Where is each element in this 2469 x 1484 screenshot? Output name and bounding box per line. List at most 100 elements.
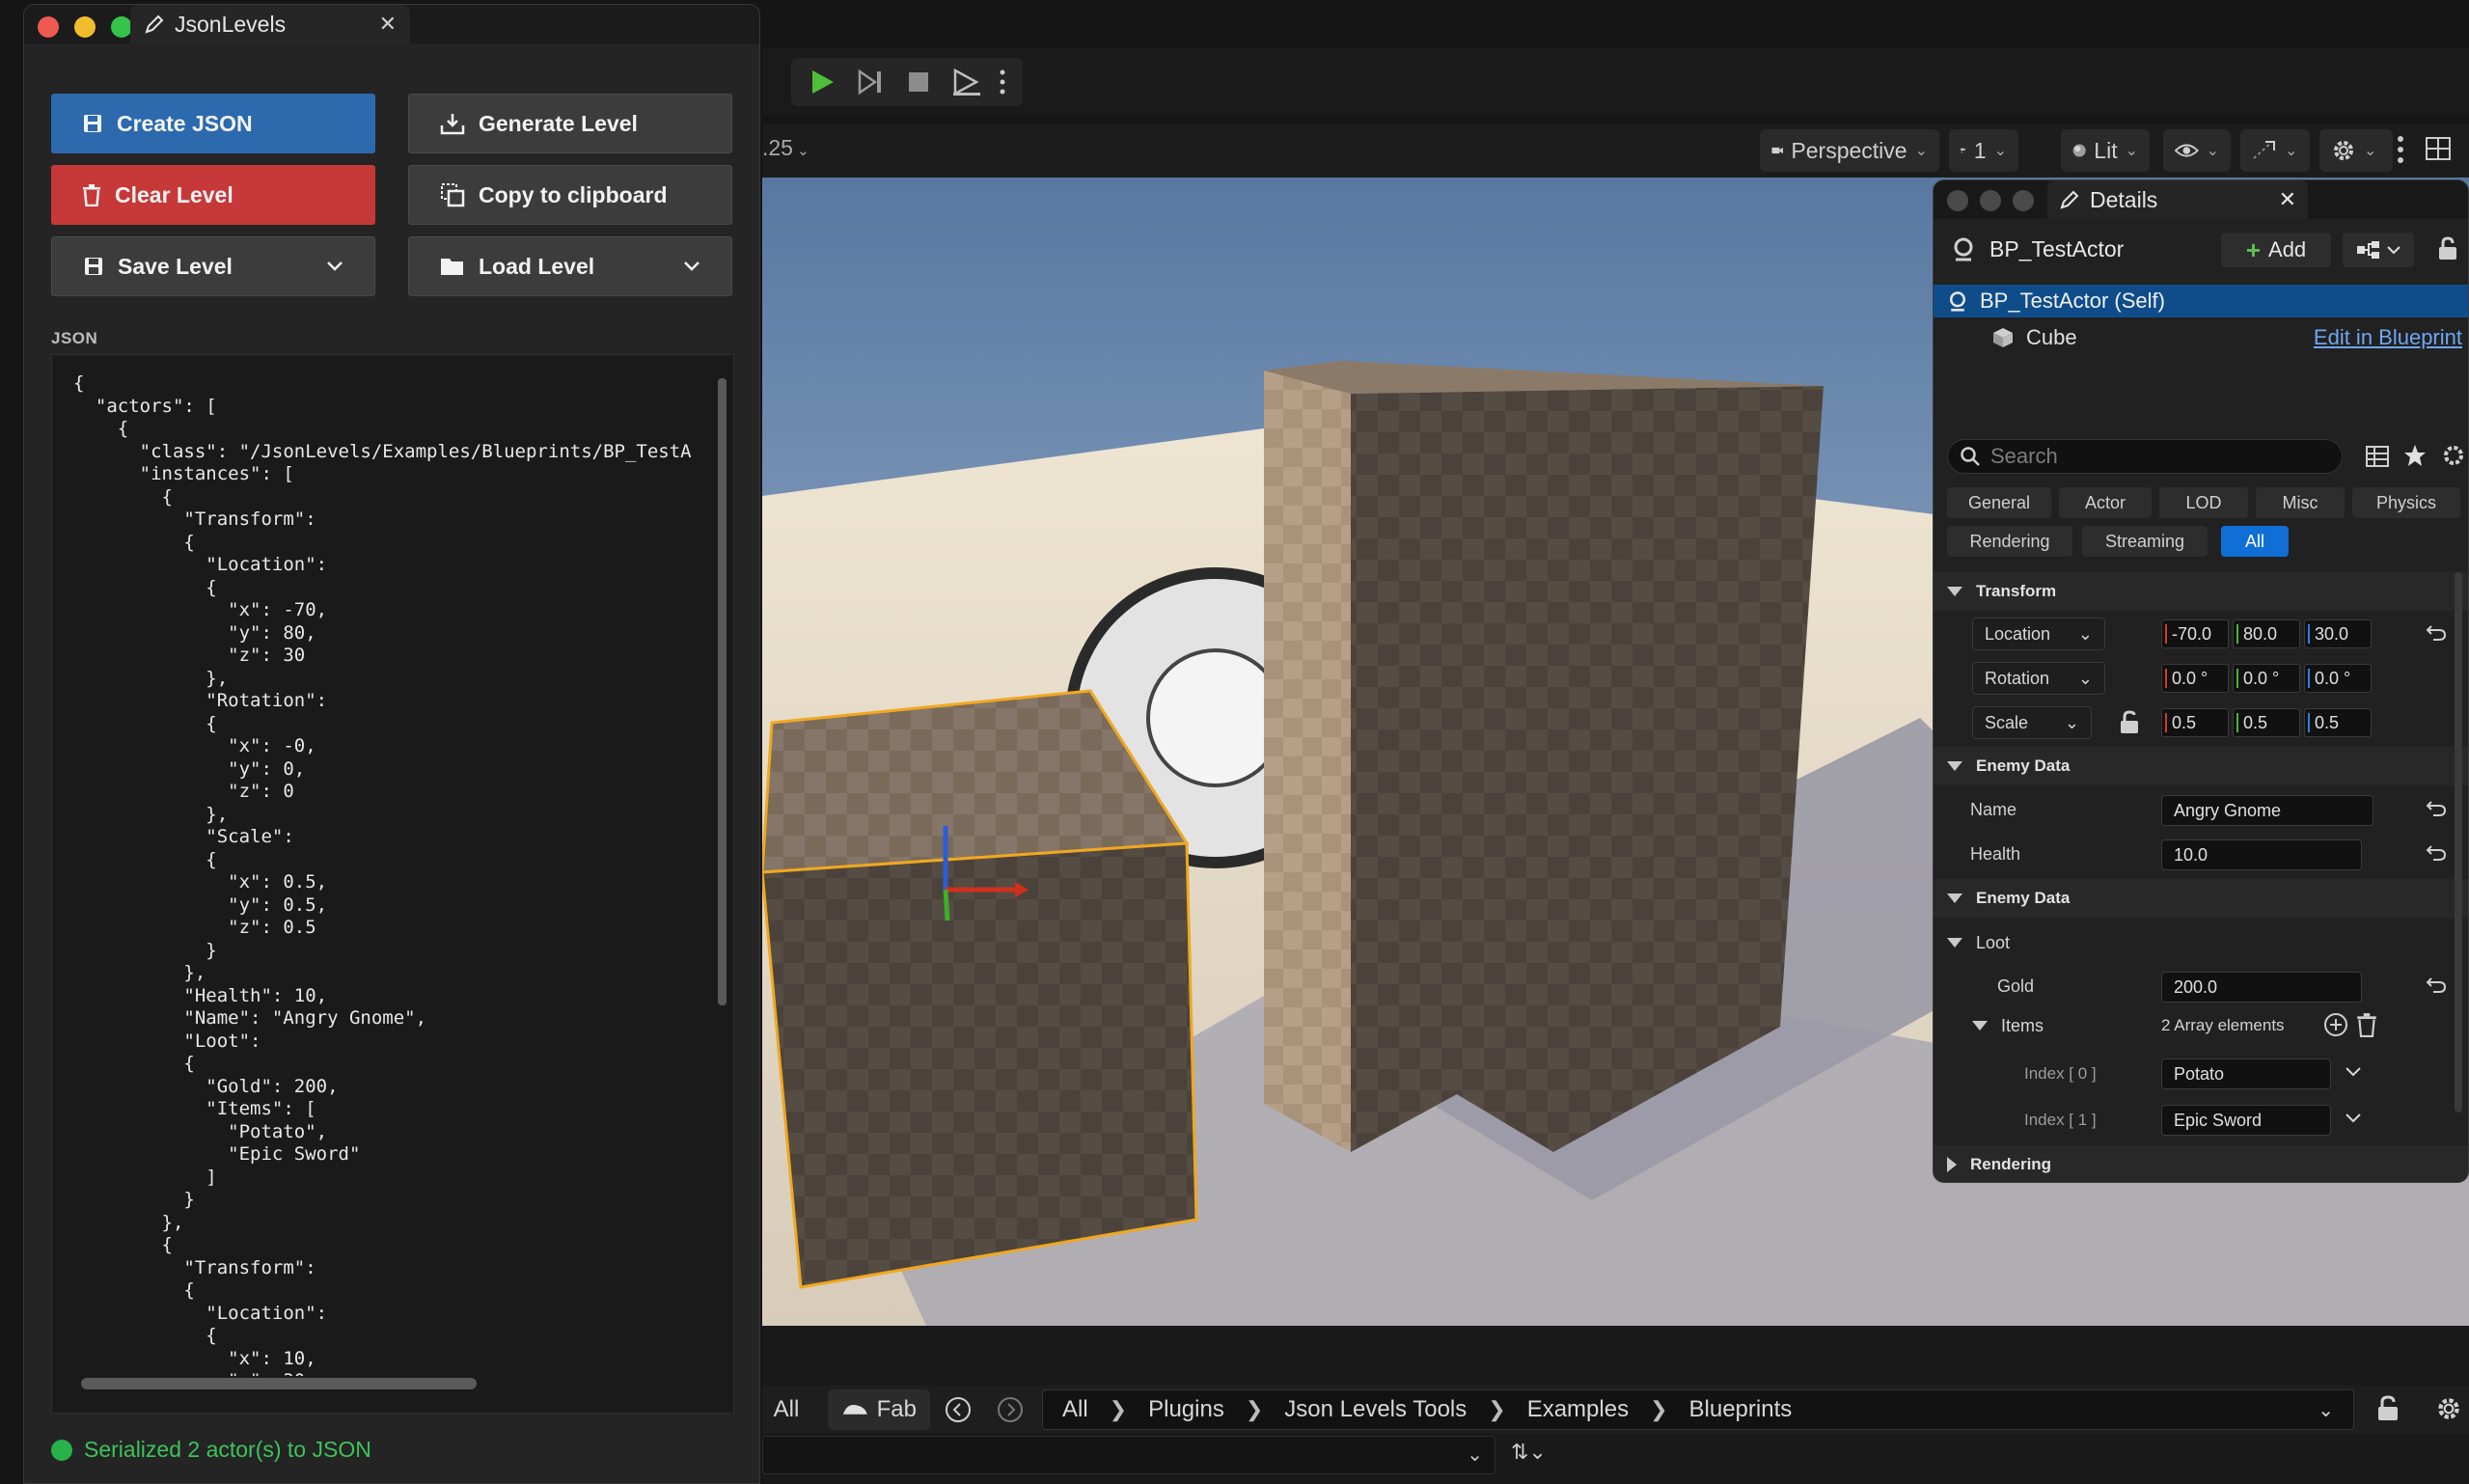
filter-actor[interactable]: Actor [2059,487,2152,518]
filter-all[interactable]: All [2221,526,2289,557]
chevron-down-icon[interactable] [2345,1113,2362,1124]
chevron-down-icon[interactable] [326,261,343,272]
scale-lock-icon[interactable] [2119,710,2140,735]
blueprint-options-button[interactable] [2343,233,2414,267]
filter-physics[interactable]: Physics [2352,487,2460,518]
scale-z-field[interactable]: 0.5 [2304,708,2372,737]
eject-icon[interactable] [949,65,984,99]
name-field[interactable]: Angry Gnome [2161,795,2373,826]
lock-icon[interactable] [2375,1395,2400,1422]
details-scrollbar[interactable] [2455,572,2462,1113]
location-z-field[interactable]: 30.0 [2304,619,2372,648]
close-tab-icon[interactable]: ✕ [2279,187,2296,212]
location-x-field[interactable]: -70.0 [2161,619,2229,648]
cb-settings-icon[interactable] [2435,1395,2462,1422]
create-json-button[interactable]: Create JSON [51,94,375,153]
reset-location-icon[interactable] [2426,622,2449,646]
close-window-icon[interactable] [1947,190,1968,211]
scale-y-field[interactable]: 0.5 [2233,708,2300,737]
tab-details[interactable]: Details ✕ [2047,180,2308,219]
rotation-x-field[interactable]: 0.0 ° [2161,664,2229,693]
step-icon[interactable] [853,65,888,99]
json-content[interactable]: { "actors": [ { "class": "/JsonLevels/Ex… [73,372,691,1376]
filter-streaming[interactable]: Streaming [2082,526,2208,557]
component-self-row[interactable]: BP_TestActor (Self) [1934,285,2468,317]
content-filter-field[interactable]: ⌄ [762,1436,1495,1474]
stop-icon[interactable] [901,65,936,99]
loot-group-row[interactable]: Loot [1934,923,2468,962]
viewport-more-icon[interactable] [2397,135,2404,164]
layout-icon[interactable] [2426,137,2451,160]
add-element-icon[interactable] [2323,1012,2348,1037]
scale-x-field[interactable]: 0.5 [2161,708,2229,737]
fab-button[interactable]: Fab [828,1389,930,1430]
history-forward-icon[interactable] [996,1395,1025,1424]
section-rendering[interactable]: Rendering [1934,1145,2468,1182]
breadcrumb-item[interactable]: All [1062,1396,1088,1423]
filter-general[interactable]: General [1947,487,2051,518]
close-tab-icon[interactable]: ✕ [379,12,397,37]
json-vertical-scrollbar[interactable] [718,378,727,1005]
cb-all-button[interactable]: All [762,1389,810,1430]
save-level-button[interactable]: Save Level [51,236,375,296]
trash-icon[interactable] [2356,1012,2377,1037]
location-y-field[interactable]: 80.0 [2233,619,2300,648]
settings-dropdown[interactable]: ⌄ [2319,129,2393,172]
load-level-button[interactable]: Load Level [408,236,732,296]
generate-level-button[interactable]: Generate Level [408,94,732,153]
lock-icon[interactable] [2437,236,2458,261]
filter-rendering[interactable]: Rendering [1947,526,2072,557]
rotation-z-field[interactable]: 0.0 ° [2304,664,2372,693]
section-transform[interactable]: Transform [1934,572,2468,611]
sort-icon[interactable]: ⇅⌄ [1511,1440,1547,1465]
index1-field[interactable]: Epic Sword [2161,1105,2331,1136]
play-icon[interactable] [805,65,839,99]
reset-health-icon[interactable] [2426,842,2449,866]
scale-mode-dropdown[interactable]: Scale ⌄ [1972,706,2092,739]
reset-gold-icon[interactable] [2426,975,2449,998]
perspective-dropdown[interactable]: Perspective ⌄ [1760,129,1939,172]
clear-level-button[interactable]: Clear Level [51,165,375,225]
lit-dropdown[interactable]: Lit ⌄ [2061,129,2150,172]
breadcrumb-item[interactable]: Examples [1527,1396,1629,1423]
json-text-area[interactable]: { "actors": [ { "class": "/JsonLevels/Ex… [51,354,734,1414]
component-cube-row[interactable]: Cube Edit in Blueprint [1934,321,2468,354]
more-icon[interactable] [998,65,1007,99]
json-horizontal-scrollbar[interactable] [81,1378,477,1389]
breadcrumb-item[interactable]: Json Levels Tools [1284,1396,1467,1423]
breadcrumb-item[interactable]: Blueprints [1689,1396,1793,1423]
details-settings-icon[interactable] [2441,443,2466,468]
filter-misc[interactable]: Misc [2256,487,2345,518]
section-enemy-data-2[interactable]: Enemy Data [1934,879,2468,918]
edit-in-blueprint-link[interactable]: Edit in Blueprint [2314,325,2462,350]
chevron-down-icon[interactable] [2345,1066,2362,1078]
history-back-icon[interactable] [944,1395,973,1424]
index0-field[interactable]: Potato [2161,1058,2331,1089]
search-input[interactable]: Search [1947,439,2343,474]
snap-dropdown[interactable]: ⌄ [2240,129,2310,172]
minimize-window-icon[interactable] [74,16,96,38]
camera-speed-dropdown[interactable]: 1 ⌄ [1949,129,2018,172]
copy-clipboard-button[interactable]: Copy to clipboard [408,165,732,225]
rotation-mode-dropdown[interactable]: Rotation ⌄ [1972,662,2105,695]
viewport-zoom-value[interactable]: .25 ⌄ [762,135,809,161]
section-enemy-data[interactable]: Enemy Data [1934,747,2468,785]
reset-name-icon[interactable] [2426,798,2449,821]
favorites-star-icon[interactable] [2402,443,2428,468]
minimize-window-icon[interactable] [1980,190,2001,211]
rotation-y-field[interactable]: 0.0 ° [2233,664,2300,693]
health-field[interactable]: 10.0 [2161,839,2362,870]
location-mode-dropdown[interactable]: Location ⌄ [1972,618,2105,650]
property-matrix-icon[interactable] [2366,445,2389,468]
chevron-down-icon[interactable] [683,261,700,272]
show-dropdown[interactable]: ⌄ [2163,129,2231,172]
gold-field[interactable]: 200.0 [2161,972,2362,1003]
close-window-icon[interactable] [38,16,59,38]
zoom-window-icon[interactable] [2013,190,2034,211]
add-component-button[interactable]: + Add [2221,233,2331,267]
zoom-window-icon[interactable] [111,16,132,38]
breadcrumb-dropdown-icon[interactable]: ⌄ [2318,1398,2334,1422]
breadcrumb-item[interactable]: Plugins [1148,1396,1224,1423]
tab-jsonlevels[interactable]: JsonLevels ✕ [130,5,410,43]
filter-lod[interactable]: LOD [2159,487,2248,518]
